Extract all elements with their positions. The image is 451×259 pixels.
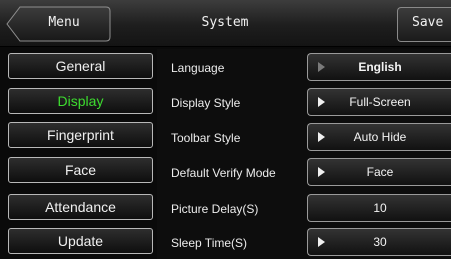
sidebar-item-face[interactable]: Face xyxy=(8,157,153,183)
sleep-time-value: 30 xyxy=(373,235,387,249)
language-select[interactable]: English xyxy=(307,53,451,81)
setting-label-picture-delay: Picture Delay(S) xyxy=(171,202,259,216)
sidebar-item-display[interactable]: Display xyxy=(8,88,153,114)
toolbar-style-value: Auto Hide xyxy=(353,130,407,144)
language-value: English xyxy=(358,60,402,74)
setting-label-sleep-time: Sleep Time(S) xyxy=(171,236,248,250)
picture-delay-value: 10 xyxy=(373,201,387,215)
default-verify-mode-value: Face xyxy=(366,165,394,179)
setting-label-display-style: Display Style xyxy=(171,96,241,110)
display-style-value: Full-Screen xyxy=(349,95,411,109)
sleep-time-select[interactable]: 30 xyxy=(307,228,451,256)
display-style-select[interactable]: Full-Screen xyxy=(307,88,451,116)
setting-label-language: Language xyxy=(171,61,225,75)
save-button-label: Save xyxy=(412,15,444,30)
toolbar-style-select[interactable]: Auto Hide xyxy=(307,123,451,151)
page-title: System xyxy=(201,15,249,30)
picture-delay-input[interactable]: 10 xyxy=(307,194,451,222)
sidebar-item-attendance[interactable]: Attendance xyxy=(8,194,153,220)
setting-label-toolbar-style: Toolbar Style xyxy=(171,131,241,145)
default-verify-mode-select[interactable]: Face xyxy=(307,158,451,186)
setting-label-default-verify-mode: Default Verify Mode xyxy=(171,166,276,180)
sidebar-item-update[interactable]: Update xyxy=(8,228,153,254)
menu-button-label: Menu xyxy=(48,15,80,30)
sidebar-item-fingerprint[interactable]: Fingerprint xyxy=(8,122,153,148)
sidebar-item-general[interactable]: General xyxy=(8,53,153,79)
